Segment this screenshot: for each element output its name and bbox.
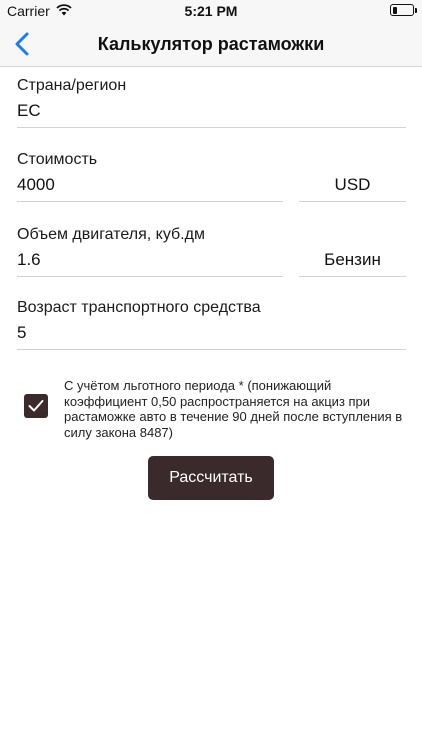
navigation-bar: Калькулятор растаможки xyxy=(0,22,422,67)
vehicle-age-value: 5 xyxy=(17,323,27,342)
age-label: Возраст транспортного средства xyxy=(17,299,261,316)
preferential-period-text: С учётом льготного периода * (понижающий… xyxy=(64,378,403,440)
status-bar: Carrier 5:21 PM xyxy=(0,0,422,22)
engine-volume-field[interactable]: 1.6 xyxy=(17,247,283,277)
vehicle-age-field[interactable]: 5 xyxy=(17,320,406,350)
preferential-checkbox[interactable] xyxy=(24,394,48,418)
calculate-button[interactable]: Рассчитать xyxy=(148,456,274,500)
region-field[interactable]: ЕС xyxy=(17,98,406,128)
page-title: Калькулятор растаможки xyxy=(97,34,325,54)
region-value: ЕС xyxy=(17,101,41,120)
currency-selector[interactable]: USD xyxy=(299,172,406,202)
checkmark-icon xyxy=(28,400,44,412)
cost-label: Стоимость xyxy=(17,151,98,168)
engine-volume-value: 1.6 xyxy=(17,250,41,269)
cost-value: 4000 xyxy=(17,175,55,194)
status-time: 5:21 PM xyxy=(184,3,238,19)
engine-label: Объем двигателя, куб.дм xyxy=(17,226,205,243)
fuel-type-selector[interactable]: Бензин xyxy=(299,247,406,277)
currency-value: USD xyxy=(334,175,371,194)
battery-icon xyxy=(390,4,417,16)
region-label: Страна/регион xyxy=(17,77,127,94)
battery-level xyxy=(392,6,397,14)
cost-field[interactable]: 4000 xyxy=(17,172,283,202)
fuel-type-value: Бензин xyxy=(324,250,381,269)
